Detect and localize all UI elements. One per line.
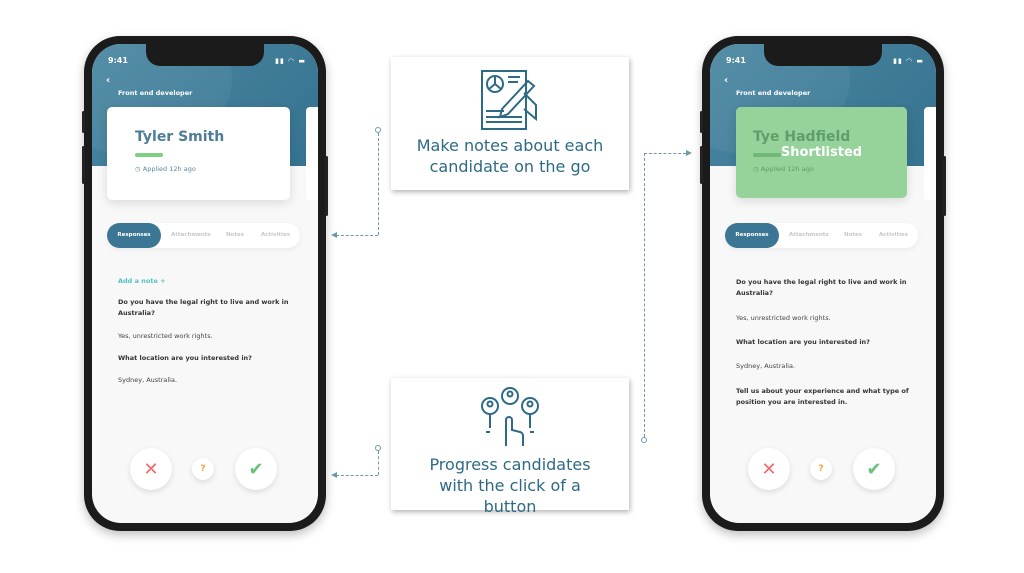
back-icon[interactable]: ‹ [724, 75, 728, 86]
callout-text: Progress candidates with the click of a … [429, 455, 591, 516]
accept-button[interactable]: ✔ [853, 448, 895, 490]
job-title: Front end developer [736, 89, 811, 97]
callout-notes: Make notes about each candidate on the g… [391, 57, 629, 190]
arrow-left-icon [331, 472, 337, 478]
candidates-click-icon [481, 387, 539, 446]
maybe-button[interactable]: ? [810, 458, 832, 480]
maybe-button[interactable]: ? [192, 458, 214, 480]
connector-line [644, 153, 645, 437]
answer: Sydney, Australia. [118, 376, 178, 384]
next-card[interactable] [306, 107, 318, 200]
candidate-name: Tye Hadfield [753, 129, 851, 145]
tab-notes[interactable]: Notes [226, 223, 244, 248]
document-pen-icon [481, 70, 537, 130]
callout-progress: Progress candidates with the click of a … [391, 378, 629, 516]
tab-bar: Responses Attachments Notes Activities [725, 223, 918, 248]
clock-icon: ◷ [135, 165, 143, 173]
phone-left: 9:41 ▮▮ ◠ ▬ ‹ Front end developer Tyler … [82, 36, 328, 531]
connector-line [378, 451, 379, 475]
status-bar [753, 153, 781, 157]
tab-activities[interactable]: Activities [879, 223, 908, 248]
phone-right: 9:41 ▮▮ ◠ ▬ ‹ Front end developer Tye Ha… [700, 36, 946, 531]
tab-attachments[interactable]: Attachments [171, 223, 211, 248]
next-card[interactable] [924, 107, 936, 200]
clock-icon: ◷ [753, 165, 761, 173]
tab-activities[interactable]: Activities [261, 223, 290, 248]
reject-button[interactable]: ✕ [748, 448, 790, 490]
question: What location are you interested in? [736, 338, 870, 346]
candidate-name: Tyler Smith [135, 129, 225, 145]
connector-line [644, 153, 686, 154]
connector-line [336, 475, 378, 476]
arrow-left-icon [331, 232, 337, 238]
question: What location are you interested in? [118, 354, 252, 362]
connector-line [336, 235, 378, 236]
tab-attachments[interactable]: Attachments [789, 223, 829, 248]
status-icons: ▮▮ ◠ ▬ [275, 57, 306, 65]
answer: Yes, unrestricted work rights. [736, 314, 831, 322]
arrow-right-icon [686, 150, 692, 156]
answer: Yes, unrestricted work rights. [118, 332, 213, 340]
reject-button[interactable]: ✕ [130, 448, 172, 490]
connector-line [378, 133, 379, 235]
status-time: 9:41 [726, 56, 746, 65]
answer: Sydney, Australia. [736, 362, 796, 370]
status-time: 9:41 [108, 56, 128, 65]
connector-dot [641, 437, 647, 443]
applied-time: Applied 12h ago [142, 165, 196, 173]
candidate-card[interactable]: Tye Hadfield ◷ Applied 12h ago Shortlist… [736, 107, 907, 198]
add-note-link[interactable]: Add a note + [118, 277, 166, 285]
tab-responses[interactable]: Responses [107, 223, 161, 248]
applied-time: Applied 12h ago [760, 165, 814, 173]
status-bar [135, 153, 163, 157]
tab-notes[interactable]: Notes [844, 223, 862, 248]
callout-text: Make notes about each candidate on the g… [416, 136, 604, 176]
job-title: Front end developer [118, 89, 193, 97]
back-icon[interactable]: ‹ [106, 75, 110, 86]
tab-bar: Responses Attachments Notes Activities [107, 223, 300, 248]
accept-button[interactable]: ✔ [235, 448, 277, 490]
question: Do you have the legal right to live and … [736, 278, 907, 297]
status-icons: ▮▮ ◠ ▬ [893, 57, 924, 65]
candidate-card[interactable]: Tyler Smith ◷ Applied 12h ago [107, 107, 290, 200]
question: Tell us about your experience and what t… [736, 387, 909, 406]
tab-responses[interactable]: Responses [725, 223, 779, 248]
question: Do you have the legal right to live and … [118, 298, 289, 317]
